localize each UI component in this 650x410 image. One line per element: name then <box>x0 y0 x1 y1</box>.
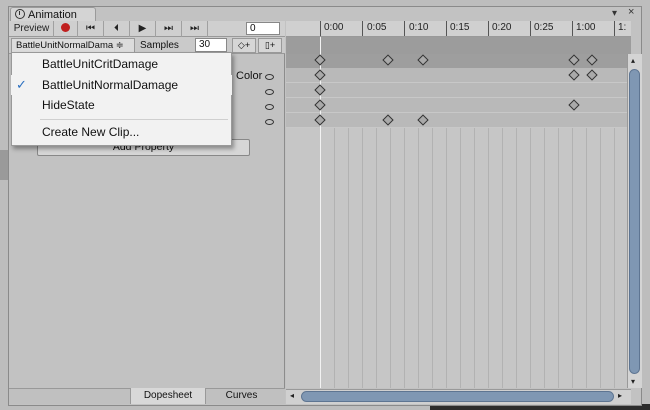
keyframe-track[interactable] <box>286 68 631 83</box>
step-back-icon: ⏴ <box>114 23 119 34</box>
tick-mark <box>446 21 447 36</box>
grid-line <box>390 128 391 388</box>
tab-dopesheet[interactable]: Dopesheet <box>130 388 205 404</box>
vertical-scroll-thumb[interactable] <box>629 69 640 374</box>
checkmark-icon: ✓ <box>16 77 27 92</box>
grid-line <box>516 128 517 388</box>
visibility-toggle-icon[interactable] <box>265 119 274 125</box>
tab-curves[interactable]: Curves <box>205 388 277 404</box>
visibility-toggle-icon[interactable] <box>265 89 274 95</box>
tick-label: 0:05 <box>367 22 387 33</box>
grid-line <box>348 128 349 388</box>
tick-mark <box>488 21 489 36</box>
tick-mark <box>404 21 405 36</box>
grid-line <box>404 128 405 388</box>
scroll-left-icon[interactable]: ◂ <box>290 391 294 400</box>
add-event-button[interactable]: ▯+ <box>258 38 282 53</box>
grid-line <box>418 128 419 388</box>
grid-line <box>460 128 461 388</box>
clock-icon <box>15 9 25 19</box>
add-event-icon: ▯+ <box>264 40 276 50</box>
grid-line <box>432 128 433 388</box>
samples-input[interactable]: 30 <box>195 38 227 52</box>
tick-label: 0:20 <box>492 22 512 33</box>
close-icon[interactable]: × <box>628 6 634 18</box>
event-lane[interactable] <box>286 37 631 54</box>
keyframe-track[interactable] <box>286 83 631 98</box>
visibility-toggle-icon[interactable] <box>265 104 274 110</box>
add-keyframe-button[interactable]: ◇+ <box>232 38 256 53</box>
menu-item-battleunitcritdamage[interactable]: BattleUnitCritDamage <box>11 54 232 74</box>
grid-line <box>544 128 545 388</box>
tick-mark <box>530 21 531 36</box>
previous-keyframe-button[interactable]: ⏴ <box>104 21 130 37</box>
scroll-right-icon[interactable]: ▸ <box>618 391 622 400</box>
menu-separator <box>40 119 228 120</box>
preview-button[interactable]: Preview <box>10 21 54 37</box>
record-button[interactable] <box>54 21 78 37</box>
tick-mark <box>572 21 573 36</box>
grid-line <box>474 128 475 388</box>
menu-icon[interactable]: ▾ <box>612 8 617 19</box>
tab-animation[interactable]: Animation <box>10 7 96 22</box>
tick-mark <box>614 21 615 36</box>
tick-label: 1: <box>618 22 627 33</box>
grid-line <box>586 128 587 388</box>
time-ruler[interactable]: 0:00 0:05 0:10 0:15 0:20 0:25 1:00 1: <box>286 21 631 37</box>
play-button[interactable]: ▶ <box>130 21 156 37</box>
property-label-color: Color <box>236 70 263 82</box>
grid-line <box>362 128 363 388</box>
tick-mark <box>362 21 363 36</box>
summary-track[interactable] <box>286 54 631 68</box>
scroll-up-icon[interactable]: ▴ <box>631 56 635 65</box>
skip-back-icon: ⏮ <box>86 23 95 34</box>
grid-line <box>530 128 531 388</box>
background-window-edge <box>0 150 8 180</box>
tick-mark <box>320 21 321 36</box>
frame-input[interactable]: 0 <box>246 22 280 35</box>
grid-line <box>600 128 601 388</box>
menu-item-create-new-clip[interactable]: Create New Clip... <box>11 122 232 142</box>
keyframe-track[interactable] <box>286 98 631 113</box>
tick-label: 0:00 <box>324 22 344 33</box>
last-keyframe-button[interactable]: ⏭ <box>182 21 208 37</box>
first-keyframe-button[interactable]: ⏮ <box>78 21 104 37</box>
menu-item-hidestate[interactable]: HideState <box>11 95 232 115</box>
grid-line <box>488 128 489 388</box>
step-forward-icon: ⏭ <box>164 23 173 34</box>
skip-forward-icon: ⏭ <box>190 23 199 34</box>
grid-line <box>614 128 615 388</box>
grid-line <box>502 128 503 388</box>
scroll-down-icon[interactable]: ▾ <box>631 377 635 386</box>
tick-label: 0:10 <box>409 22 429 33</box>
record-icon <box>61 23 70 32</box>
tick-label: 0:25 <box>534 22 554 33</box>
next-keyframe-button[interactable]: ⏭ <box>156 21 182 37</box>
dopesheet-area[interactable] <box>286 128 631 388</box>
add-keyframe-icon: ◇+ <box>237 40 251 50</box>
keyframe-track[interactable] <box>286 113 631 128</box>
grid-line <box>376 128 377 388</box>
menu-item-battleunitnormaldamage[interactable]: BattleUnitNormalDamage <box>11 75 232 95</box>
grid-line <box>558 128 559 388</box>
samples-label: Samples <box>140 40 179 51</box>
clip-select[interactable]: BattleUnitNormalDama ≑ <box>11 38 135 53</box>
tick-label: 1:00 <box>576 22 596 33</box>
play-icon: ▶ <box>138 23 147 34</box>
horizontal-scroll-thumb[interactable] <box>301 391 614 402</box>
grid-line <box>446 128 447 388</box>
tab-title: Animation <box>28 9 77 21</box>
visibility-toggle-icon[interactable] <box>265 74 274 80</box>
grid-line <box>572 128 573 388</box>
grid-line <box>334 128 335 388</box>
tick-label: 0:15 <box>450 22 470 33</box>
